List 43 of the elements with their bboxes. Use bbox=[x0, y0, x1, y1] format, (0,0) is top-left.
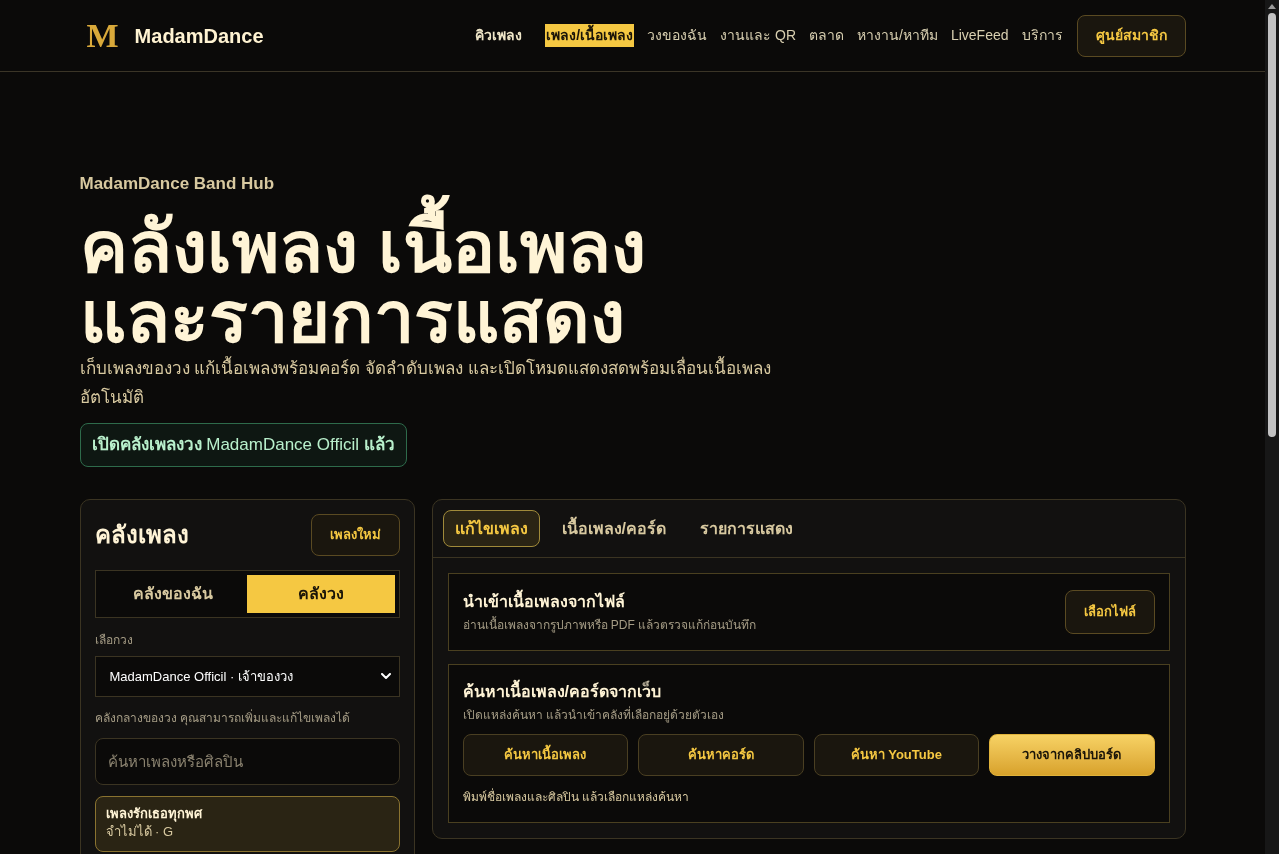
hero-title: คลังเพลง เนื้อเพลง และรายการแสดง bbox=[79, 194, 1186, 352]
song-title: เพลงรักเธอทุกพศ bbox=[105, 805, 204, 823]
nav-link[interactable]: วงของฉัน bbox=[647, 25, 708, 46]
nav-link[interactable]: คิวเพลง bbox=[475, 25, 523, 46]
scope-tab[interactable]: คลังของฉัน bbox=[99, 575, 247, 613]
web-search-button[interactable]: ค้นหาเนื้อเพลง bbox=[462, 734, 628, 776]
nav-link[interactable]: LiveFeed bbox=[950, 25, 1009, 46]
editor-tab[interactable]: แก้ไขเพลง bbox=[442, 510, 540, 547]
status-banner: เปิดคลังเพลงวง MadamDance Officil แล้ว bbox=[79, 423, 407, 467]
band-note: คลังกลางของวง คุณสามารถเพิ่มและแก้ไขเพลงได้ bbox=[94, 709, 351, 727]
web-search-title: ค้นหาเนื้อเพลง/คอร์ดจากเว็บ bbox=[462, 680, 1155, 704]
nav-link[interactable]: เพลง/เนื้อเพลง bbox=[545, 24, 635, 47]
song-item[interactable]: เพลงรักเธอทุกพศ จำไม่ได้ · G bbox=[94, 796, 400, 852]
nav-link[interactable]: บริการ bbox=[1021, 25, 1063, 46]
scrollbar-thumb[interactable] bbox=[1268, 13, 1276, 437]
web-search-button[interactable]: วางจากคลิปบอร์ด bbox=[989, 734, 1155, 776]
brand-name: MadamDance bbox=[134, 23, 264, 49]
web-search-button[interactable]: ค้นหาคอร์ด bbox=[638, 734, 804, 776]
import-title: นำเข้าเนื้อเพลงจากไฟล์ bbox=[462, 590, 757, 614]
nav-link[interactable]: หางาน/หาทีม bbox=[857, 25, 938, 46]
hero-eyebrow: MadamDance Band Hub bbox=[79, 174, 276, 194]
editor-tab[interactable]: รายการแสดง bbox=[687, 510, 805, 547]
member-center-button[interactable]: ศูนย์สมาชิก bbox=[1076, 14, 1186, 57]
band-select[interactable]: MadamDance Officil · เจ้าของวง bbox=[94, 656, 400, 697]
scroll-up-arrow-icon[interactable] bbox=[1268, 4, 1276, 9]
band-label: เลือกวง bbox=[94, 632, 134, 649]
song-search-field[interactable]: ค้นหาเพลงหรือศิลปิน bbox=[94, 738, 400, 785]
choose-file-button[interactable]: เลือกไฟล์ bbox=[1064, 590, 1155, 634]
web-search-hint: พิมพ์ชื่อเพลงและศิลปิน แล้วเลือกแหล่งค้นหา bbox=[462, 788, 690, 806]
web-search-button[interactable]: ค้นหา YouTube bbox=[813, 734, 979, 776]
web-search-description: เปิดแหล่งค้นหา แล้วนำเข้าคลังที่เลือกอยู่ด้วยตัวเอง bbox=[462, 706, 725, 724]
hero-description: เก็บเพลงของวง แก้เนื้อเพลงพร้อมคอร์ด จัดลำดับเพลง และเปิดโหมดแสดงสดพร้อมเลื่อนเนื้อเพลงอัตโนมัติ bbox=[79, 354, 800, 412]
scrollbar[interactable] bbox=[1265, 0, 1279, 854]
song-meta: จำไม่ได้ · G bbox=[105, 823, 175, 841]
scope-tab[interactable]: คลังวง bbox=[247, 575, 395, 613]
logo-mark: M bbox=[86, 17, 119, 54]
import-description: อ่านเนื้อเพลงจากรูปภาพหรือ PDF แล้วตรวจแก้ก่อนบันทึก bbox=[462, 616, 757, 634]
library-title: คลังเพลง bbox=[94, 520, 189, 550]
nav-link[interactable]: งานและ QR bbox=[720, 25, 796, 46]
nav-link[interactable]: ตลาด bbox=[809, 25, 844, 46]
editor-tab[interactable]: เนื้อเพลง/คอร์ด bbox=[549, 510, 678, 547]
chevron-down-icon bbox=[380, 673, 391, 680]
new-song-button[interactable]: เพลงใหม่ bbox=[310, 514, 400, 556]
